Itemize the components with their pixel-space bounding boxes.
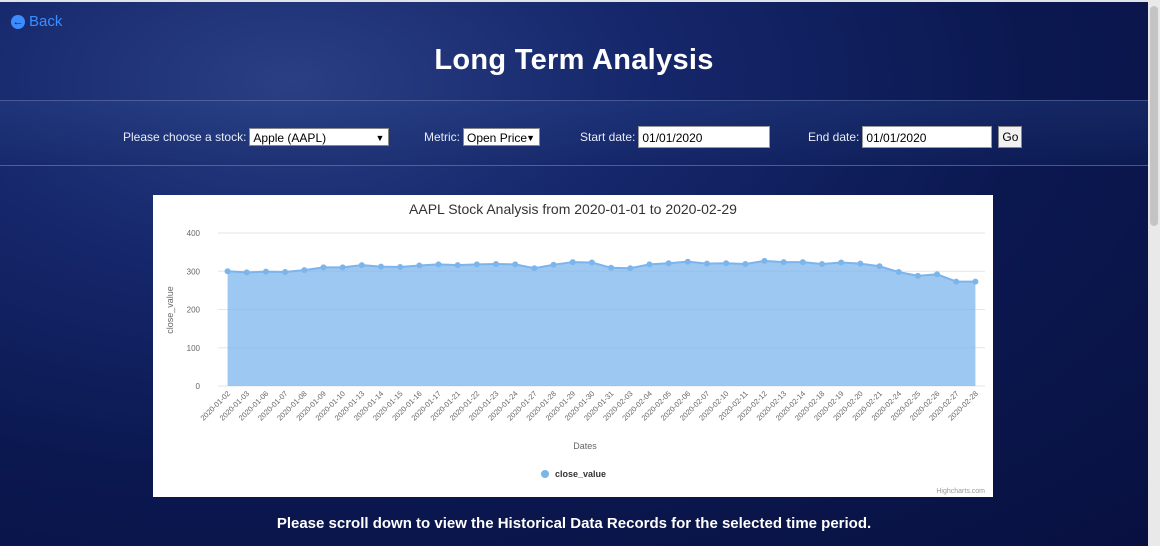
end-date-label: End date:: [808, 130, 860, 144]
stock-select[interactable]: Apple (AAPL) ▼: [249, 128, 390, 146]
data-point[interactable]: [416, 262, 423, 269]
data-point[interactable]: [493, 260, 500, 267]
y-tick-label: 100: [187, 344, 201, 353]
legend-marker: [541, 470, 549, 478]
window-top-border: [0, 0, 1160, 2]
data-point[interactable]: [723, 260, 730, 267]
data-point[interactable]: [627, 265, 634, 272]
metric-select[interactable]: Open Price ▼: [463, 128, 540, 146]
y-tick-label: 300: [187, 267, 201, 276]
metric-control: Metric: Open Price ▼: [424, 125, 540, 149]
y-axis-ticks: 0 100 200 300 400: [187, 229, 201, 391]
data-point[interactable]: [377, 263, 384, 270]
x-axis-ticks: 2020-01-022020-01-032020-01-062020-01-07…: [199, 389, 980, 422]
stock-area-chart: AAPL Stock Analysis from 2020-01-01 to 2…: [165, 201, 985, 495]
end-date-control: End date: 01/01/2020 Go: [808, 125, 1023, 149]
data-point[interactable]: [780, 259, 787, 266]
dropdown-arrow-icon: ▼: [375, 133, 385, 143]
stock-control: Please choose a stock: Apple (AAPL) ▼: [123, 125, 390, 149]
y-axis-title: close_value: [165, 286, 175, 334]
data-point[interactable]: [799, 259, 806, 266]
data-point[interactable]: [953, 278, 960, 285]
data-point[interactable]: [857, 260, 864, 267]
controls-bar: Please choose a stock: Apple (AAPL) ▼ Me…: [0, 125, 1148, 149]
page-title: Long Term Analysis: [434, 44, 714, 76]
data-point[interactable]: [512, 261, 519, 268]
data-point[interactable]: [608, 264, 615, 271]
legend[interactable]: close_value: [541, 469, 606, 479]
data-point[interactable]: [531, 265, 538, 272]
data-point[interactable]: [761, 257, 768, 264]
data-point[interactable]: [282, 269, 289, 276]
data-point[interactable]: [665, 260, 672, 267]
data-point[interactable]: [703, 260, 710, 267]
data-point[interactable]: [339, 264, 346, 271]
data-point[interactable]: [876, 263, 883, 270]
data-point[interactable]: [742, 260, 749, 267]
data-point[interactable]: [934, 271, 941, 278]
data-point[interactable]: [473, 261, 480, 268]
data-point[interactable]: [550, 261, 557, 268]
data-point[interactable]: [569, 259, 576, 266]
scrollbar-thumb[interactable]: [1150, 6, 1158, 226]
vertical-scrollbar[interactable]: [1148, 0, 1160, 546]
arrow-left-circle-icon: ←: [11, 14, 25, 29]
start-date-input[interactable]: 01/01/2020: [638, 126, 771, 148]
data-point[interactable]: [838, 259, 845, 266]
data-point[interactable]: [819, 260, 826, 267]
back-label: Back: [29, 13, 63, 30]
back-link[interactable]: ← Back: [11, 13, 62, 30]
y-tick-label: 400: [187, 229, 201, 238]
data-point[interactable]: [224, 268, 231, 275]
end-date-input[interactable]: 01/01/2020: [862, 126, 993, 148]
data-point[interactable]: [588, 259, 595, 266]
stock-label: Please choose a stock:: [123, 130, 247, 144]
data-point[interactable]: [454, 262, 461, 269]
data-point[interactable]: [646, 261, 653, 268]
chart-series: [224, 257, 979, 386]
y-tick-label: 200: [187, 306, 201, 315]
metric-select-value: Open Price: [467, 131, 528, 145]
chart-title: AAPL Stock Analysis from 2020-01-01 to 2…: [409, 201, 737, 217]
metric-label: Metric:: [424, 130, 460, 144]
data-point[interactable]: [320, 264, 327, 271]
series-area: [227, 260, 976, 386]
dropdown-arrow-icon: ▼: [526, 133, 535, 143]
x-axis-title: Dates: [573, 441, 597, 451]
data-point[interactable]: [684, 258, 691, 265]
data-point[interactable]: [914, 272, 921, 279]
data-point[interactable]: [435, 261, 442, 268]
scroll-hint: Please scroll down to view the Historica…: [276, 515, 872, 532]
chart-container: AAPL Stock Analysis from 2020-01-01 to 2…: [153, 195, 993, 497]
data-point[interactable]: [358, 262, 365, 269]
go-button[interactable]: Go: [998, 126, 1023, 148]
start-date-control: Start date: 01/01/2020: [580, 125, 771, 149]
data-point[interactable]: [243, 269, 250, 276]
highcharts-credit[interactable]: Highcharts.com: [936, 488, 985, 495]
legend-label: close_value: [555, 469, 606, 479]
stock-select-value: Apple (AAPL): [253, 131, 327, 145]
y-tick-label: 0: [196, 382, 201, 391]
data-point[interactable]: [895, 269, 902, 276]
data-point[interactable]: [397, 264, 404, 271]
data-point[interactable]: [301, 267, 308, 274]
start-date-label: Start date:: [580, 130, 636, 144]
data-point[interactable]: [262, 268, 269, 275]
data-point[interactable]: [972, 278, 979, 285]
